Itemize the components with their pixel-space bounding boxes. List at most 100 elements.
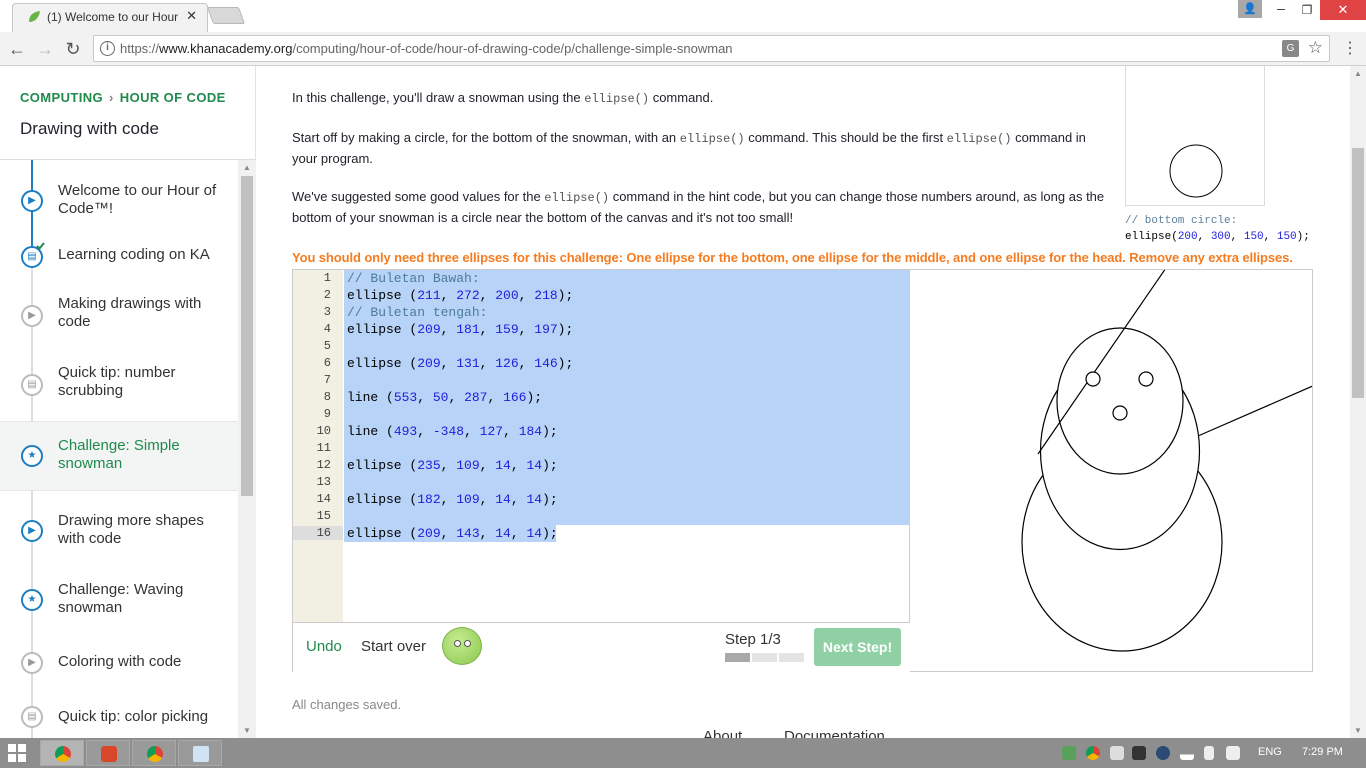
hint-comment: // bottom circle: — [1125, 215, 1238, 227]
maximize-icon[interactable]: ❐ — [1294, 0, 1320, 20]
topic-title: Drawing with code — [20, 119, 159, 138]
browser-menu-icon[interactable]: ⋮ — [1342, 38, 1358, 58]
code-line[interactable]: // Buletan Bawah: — [347, 271, 480, 286]
tray-steam-icon[interactable] — [1156, 746, 1170, 760]
minimize-icon[interactable]: – — [1268, 0, 1294, 20]
star-icon: ★ — [21, 445, 43, 467]
code-line[interactable]: // Buletan tengah: — [347, 305, 487, 320]
star-icon: ★ — [21, 589, 43, 611]
scroll-up-icon[interactable]: ▲ — [1354, 69, 1362, 78]
address-bar[interactable]: i https://www.khanacademy.org/computing/… — [93, 35, 1330, 62]
new-tab-button[interactable] — [206, 7, 246, 24]
code-line[interactable]: line (553, 50, 287, 166); — [347, 390, 542, 405]
scroll-down-icon[interactable]: ▼ — [243, 726, 251, 735]
info-icon[interactable]: i — [100, 41, 115, 56]
line-number: 6 — [323, 356, 331, 370]
line-number: 13 — [316, 475, 331, 489]
code-line[interactable]: ellipse (209, 143, 14, 14); — [347, 526, 558, 541]
breadcrumb-chevron-icon: › — [109, 90, 114, 105]
step-indicator: Step 1/3 — [725, 631, 781, 648]
snowman-output — [1021, 66, 1350, 652]
sidebar-item-waving-snowman[interactable]: ★ Challenge: Waving snowman — [0, 570, 238, 626]
code-editor[interactable]: 1 2 3 4 5 6 7 8 9 10 11 12 13 14 15 16 // Buletan Bawah… — [293, 270, 910, 622]
hint-call: ellipse(200, 300, 150, 150); — [1125, 231, 1310, 243]
tab-title: (1) Welcome to our Hour — [47, 10, 179, 24]
tray-app-icon[interactable] — [1062, 746, 1076, 760]
taskbar-chrome[interactable] — [132, 740, 176, 766]
code-line[interactable]: ellipse (209, 131, 126, 146); — [347, 356, 573, 371]
bookmark-star-icon[interactable]: ☆ — [1308, 38, 1323, 58]
article-icon: ▤ — [21, 374, 43, 396]
code-line[interactable]: ellipse (209, 181, 159, 197); — [347, 322, 573, 337]
line-number: 14 — [316, 492, 331, 506]
tab-about[interactable]: About — [703, 728, 742, 738]
play-icon: ▶ — [21, 305, 43, 327]
code-line[interactable]: ellipse (235, 109, 14, 14); — [347, 458, 558, 473]
undo-button[interactable]: Undo — [306, 638, 342, 655]
crumb-hour-of-code[interactable]: HOUR OF CODE — [120, 90, 226, 105]
taskbar-chrome-active[interactable] — [40, 740, 84, 766]
sidebar-item-more-shapes[interactable]: ▶ Drawing more shapes with code — [0, 500, 238, 556]
line-number: 12 — [316, 458, 331, 472]
browser-tab[interactable]: (1) Welcome to our Hour ✕ — [12, 3, 208, 32]
window-close-icon[interactable]: ✕ — [1320, 0, 1366, 20]
scroll-down-icon[interactable]: ▼ — [1354, 726, 1362, 735]
editor-controls: Undo Start over Step 1/3 Next Step! — [293, 622, 910, 672]
language-indicator[interactable]: ENG — [1258, 746, 1282, 758]
line-number: 8 — [323, 390, 331, 404]
url-text[interactable]: https://www.khanacademy.org/computing/ho… — [120, 41, 733, 56]
line-number: 4 — [323, 322, 331, 336]
battery-icon[interactable] — [1204, 746, 1214, 760]
sidebar-item-label: Challenge: Waving snowman — [58, 581, 184, 616]
extra-ellipses-warning: You should only need three ellipses for … — [292, 250, 1293, 265]
save-status: All changes saved. — [292, 697, 402, 712]
tray-chrome-icon[interactable] — [1086, 746, 1100, 760]
challenge-main: In this challenge, you'll draw a snowman… — [257, 66, 1350, 738]
page-scrollbar[interactable]: ▲ ▼ — [1350, 66, 1366, 738]
reload-icon[interactable]: ↻ — [62, 38, 84, 60]
sidebar-item-color-picking[interactable]: ▤ Quick tip: color picking — [0, 696, 238, 736]
crumb-computing[interactable]: COMPUTING — [20, 90, 103, 105]
scroll-up-icon[interactable]: ▲ — [243, 163, 251, 172]
translate-icon[interactable]: G — [1282, 40, 1299, 57]
sidebar-scroll-thumb[interactable] — [241, 176, 253, 496]
clock[interactable]: 7:29 PM — [1302, 746, 1343, 758]
sidebar-item-simple-snowman[interactable]: ★ Challenge: Simple snowman — [0, 421, 238, 491]
code-line[interactable]: line (493, -348, 127, 184); — [347, 424, 558, 439]
step-progress-segment — [779, 653, 804, 662]
code-line[interactable]: ellipse (182, 109, 14, 14); — [347, 492, 558, 507]
chrome-icon — [147, 746, 163, 762]
sidebar-scrollbar[interactable]: ▲ ▼ — [238, 160, 256, 738]
instruction-1: In this challenge, you'll draw a snowman… — [292, 90, 714, 106]
sidebar-item-welcome[interactable]: ▶ Welcome to our Hour of Code™! — [0, 172, 238, 228]
hint-canvas — [1125, 66, 1265, 206]
user-icon[interactable]: 👤 — [1238, 0, 1262, 18]
sidebar-item-coloring[interactable]: ▶ Coloring with code — [0, 640, 238, 686]
output-canvas — [911, 66, 1350, 671]
tab-close-icon[interactable]: ✕ — [186, 8, 197, 24]
volume-icon[interactable] — [1226, 746, 1240, 760]
eye-left — [1085, 371, 1101, 387]
sidebar-item-number-scrubbing[interactable]: ▤ Quick tip: number scrubbing — [0, 358, 238, 414]
next-step-button[interactable]: Next Step! — [814, 628, 901, 666]
article-icon: ▤ — [21, 706, 43, 728]
back-icon[interactable]: ← — [6, 38, 28, 60]
sidebar-item-making-drawings[interactable]: ▶ Making drawings with code — [0, 288, 238, 344]
taskbar-recorder[interactable] — [86, 740, 130, 766]
avatar — [442, 627, 482, 665]
sidebar-item-learning-coding[interactable]: ▤ Learning coding on KA — [0, 238, 238, 278]
tray-camera-icon[interactable] — [1132, 746, 1146, 760]
tab-documentation[interactable]: Documentation — [784, 728, 885, 738]
step-progress-segment — [752, 653, 777, 662]
taskbar-notepad[interactable] — [178, 740, 222, 766]
forward-icon[interactable]: → — [34, 38, 56, 60]
start-over-button[interactable]: Start over — [361, 638, 426, 655]
sidebar-item-label: Challenge: Simple snowman — [58, 437, 180, 472]
code-line[interactable]: ellipse (211, 272, 200, 218); — [347, 288, 573, 303]
sidebar: COMPUTING › HOUR OF CODE Drawing with code… — [0, 66, 256, 738]
windows-start-icon[interactable] — [8, 744, 26, 762]
signal-icon[interactable] — [1180, 746, 1194, 760]
line-number: 1 — [323, 271, 331, 285]
page-scroll-thumb[interactable] — [1352, 148, 1364, 398]
tray-pdf-icon[interactable] — [1110, 746, 1124, 760]
